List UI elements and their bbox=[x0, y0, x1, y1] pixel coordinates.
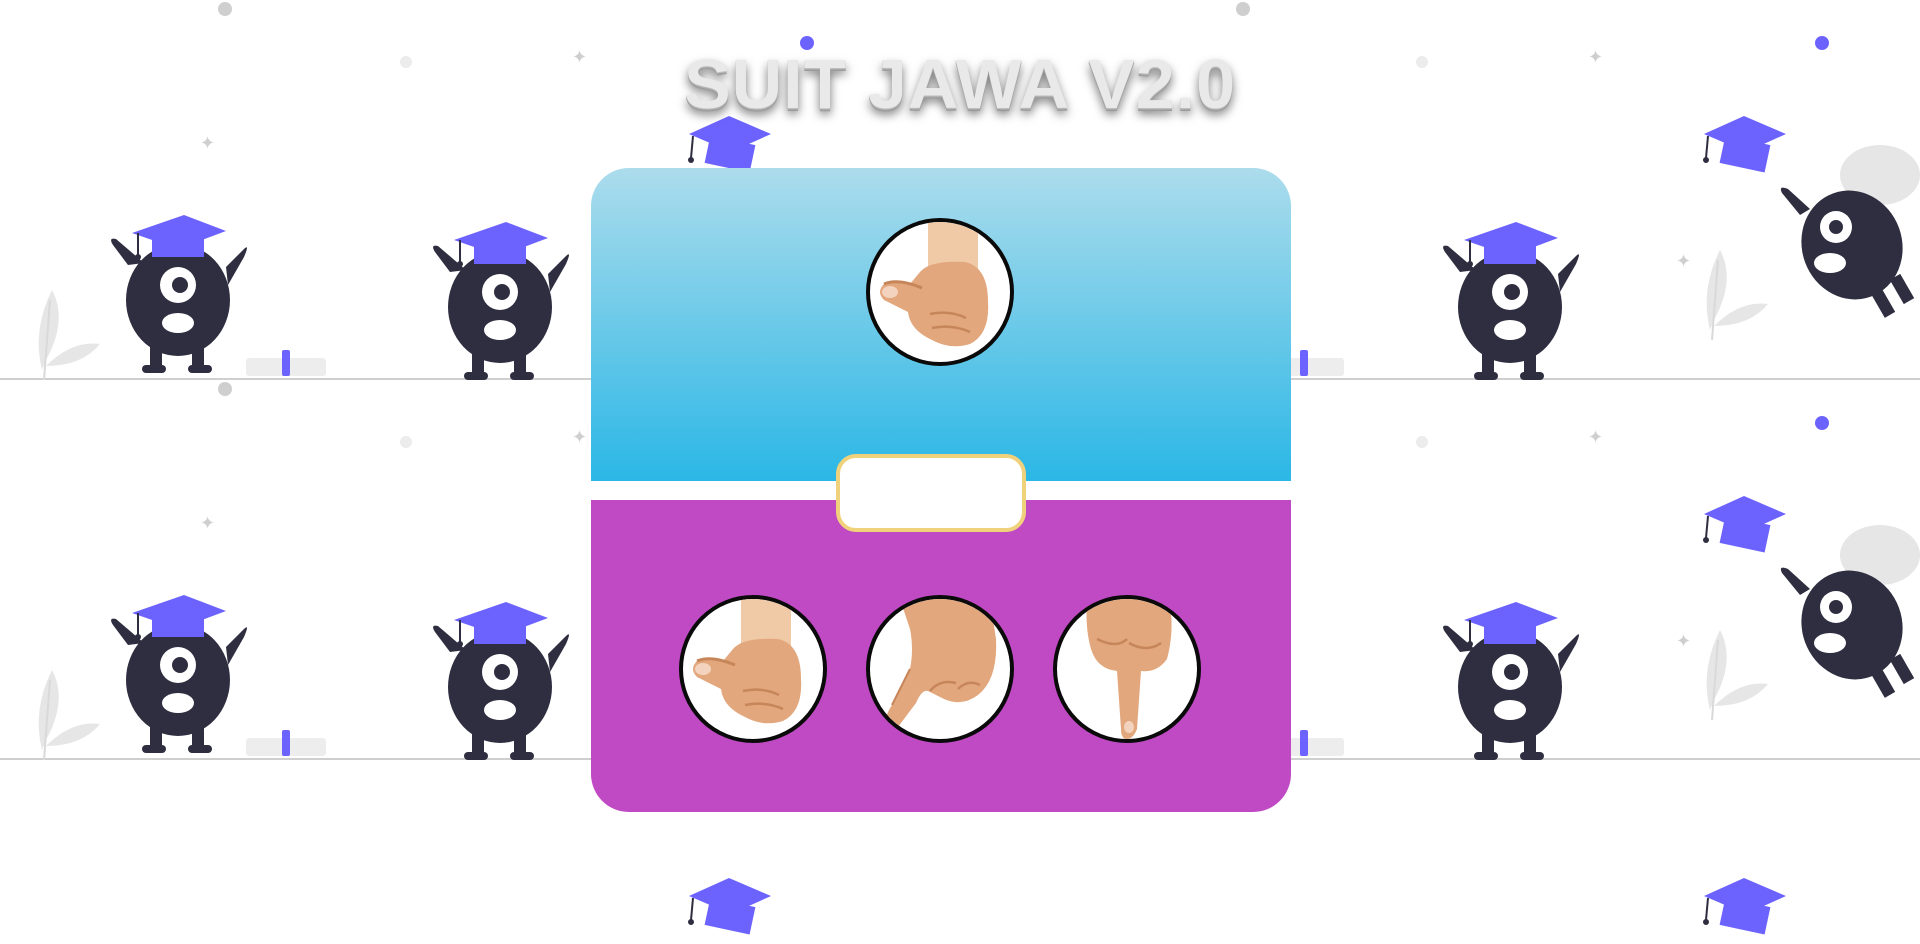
decor-dot bbox=[1815, 416, 1829, 430]
pinky-finger-point-icon bbox=[1057, 599, 1197, 739]
monster-illustration bbox=[1443, 222, 1579, 380]
floating-monster-illustration bbox=[1780, 525, 1920, 698]
thumb-fist-icon bbox=[683, 599, 823, 739]
sparkle-icon: ✦ bbox=[200, 513, 216, 533]
graduation-cap-icon bbox=[1703, 878, 1786, 935]
monster-illustration bbox=[111, 215, 247, 373]
leaf-illustration bbox=[1706, 250, 1768, 340]
decor-dot bbox=[218, 2, 232, 16]
sparkle-icon: ✦ bbox=[200, 133, 216, 153]
choice-semut-button[interactable] bbox=[1053, 595, 1201, 743]
gift-box-illustration bbox=[246, 730, 326, 756]
game-title: SUIT JAWA V2.0 bbox=[683, 45, 1237, 123]
monster-illustration bbox=[433, 222, 569, 380]
decor-dot bbox=[218, 382, 232, 396]
result-box bbox=[836, 454, 1026, 532]
thumb-fist-icon bbox=[870, 222, 1010, 362]
leaf-illustration bbox=[1706, 630, 1768, 720]
monster-illustration bbox=[1443, 602, 1579, 760]
gift-box-illustration bbox=[246, 350, 326, 376]
sparkle-icon: ✦ bbox=[1676, 251, 1692, 271]
sparkle-icon: ✦ bbox=[1588, 427, 1604, 447]
leaf-illustration bbox=[38, 290, 100, 380]
floating-monster-illustration bbox=[1780, 145, 1920, 318]
monster-illustration bbox=[111, 595, 247, 753]
decor-dot bbox=[400, 436, 412, 448]
graduation-cap-icon bbox=[688, 878, 771, 935]
sparkle-icon: ✦ bbox=[572, 427, 588, 447]
monster-illustration bbox=[433, 602, 569, 760]
leaf-illustration bbox=[38, 670, 100, 760]
opponent-choice bbox=[866, 218, 1014, 366]
sparkle-icon: ✦ bbox=[1676, 631, 1692, 651]
index-finger-point-icon bbox=[870, 599, 1010, 739]
choice-gajah-button[interactable] bbox=[679, 595, 827, 743]
graduation-cap-icon bbox=[1703, 496, 1786, 553]
decor-dot bbox=[1236, 2, 1250, 16]
choice-orang-button[interactable] bbox=[866, 595, 1014, 743]
decor-dot bbox=[1416, 436, 1428, 448]
